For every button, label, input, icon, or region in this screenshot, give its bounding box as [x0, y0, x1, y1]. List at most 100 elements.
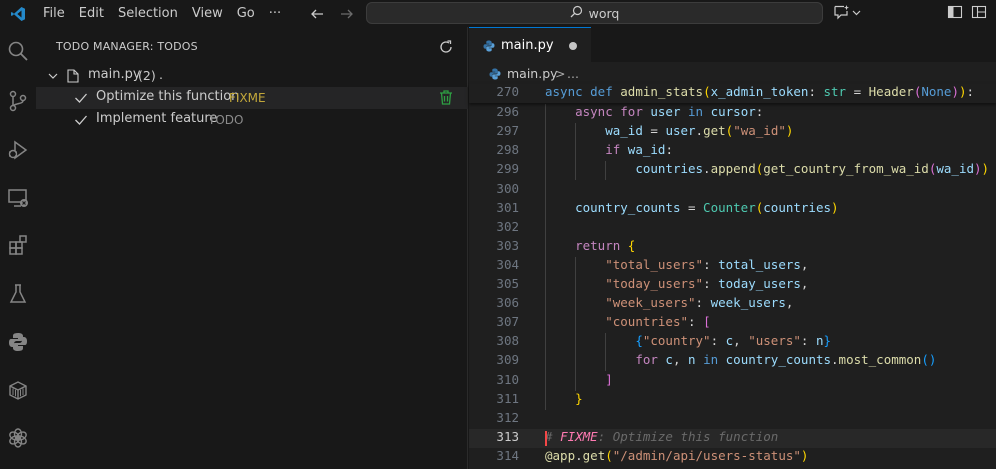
- check-icon: [74, 91, 88, 109]
- line-text: countries.append(get_country_from_wa_id(…: [635, 161, 990, 177]
- activity-bar: [0, 27, 36, 469]
- code-line[interactable]: 307 "countries": [: [469, 314, 996, 333]
- menu-item-view[interactable]: View: [185, 0, 230, 27]
- line-number: 270: [496, 84, 519, 99]
- trash-icon[interactable]: [438, 89, 454, 109]
- todo-count-badge: (2): [138, 68, 156, 83]
- code-line[interactable]: 299 countries.append(get_country_from_wa…: [469, 161, 996, 180]
- line-text: country_counts = Counter(countries): [575, 199, 839, 215]
- line-number: 310: [496, 371, 519, 387]
- file-name: main.py: [88, 67, 141, 82]
- run-debug-icon[interactable]: [0, 132, 36, 168]
- todo-tag-fixme: FIXME: [229, 91, 266, 105]
- tab-bar: main.py: [469, 27, 996, 62]
- line-text: for c, n in country_counts.most_common(): [635, 352, 937, 368]
- line-text: return {: [575, 237, 636, 253]
- docker-container-icon[interactable]: [0, 372, 36, 408]
- search-text: worq: [588, 5, 620, 21]
- breadcrumb-file[interactable]: main.py: [507, 66, 558, 81]
- code-line[interactable]: 296 async for user in cursor:: [469, 104, 996, 123]
- line-number: 299: [496, 161, 519, 177]
- breadcrumb-more[interactable]: ...: [567, 66, 579, 81]
- todo-manager-sidebar: TODO MANAGER: TODOS main.py (2) . Optimi…: [36, 27, 468, 469]
- line-text: "total_users": total_users,: [605, 256, 809, 272]
- line-number: 296: [496, 104, 519, 120]
- unsaved-dot-icon[interactable]: [569, 42, 577, 50]
- code-line[interactable]: 314 @app.get("/admin/api/users-status"): [469, 448, 996, 467]
- todo-item-todo[interactable]: Implement feature TODO: [36, 109, 468, 131]
- extensions-icon[interactable]: [0, 227, 36, 263]
- code-line[interactable]: 301 country_counts = Counter(countries): [469, 200, 996, 219]
- code-line[interactable]: 308 {"country": c, "users": n}: [469, 333, 996, 352]
- layout-controls: [947, 4, 987, 23]
- testing-flask-icon[interactable]: [0, 276, 36, 312]
- code-line[interactable]: 297 wa_id = user.get("wa_id"): [469, 123, 996, 142]
- python-file-icon: [489, 68, 501, 83]
- code-line[interactable]: 298 if wa_id:: [469, 142, 996, 161]
- command-center-search[interactable]: worq: [366, 2, 823, 24]
- menu-item-selection[interactable]: Selection: [111, 0, 185, 27]
- line-text: "week_users": week_users,: [605, 295, 794, 311]
- line-number: 302: [496, 218, 519, 234]
- line-number: 300: [496, 180, 519, 196]
- menu-item-more[interactable]: ···: [262, 0, 288, 27]
- code-line[interactable]: 302: [469, 219, 996, 238]
- line-text: if wa_id:: [605, 142, 673, 158]
- line-text: "today_users": today_users,: [605, 276, 809, 291]
- code-line[interactable]: 306 "week_users": week_users,: [469, 295, 996, 314]
- line-number: 311: [496, 390, 519, 406]
- code-line[interactable]: 300: [469, 181, 996, 200]
- sticky-scroll-line[interactable]: 270 async def admin_stats(x_admin_token: …: [469, 84, 996, 103]
- file-icon: [67, 69, 79, 87]
- python-icon[interactable]: [0, 324, 36, 360]
- code-line[interactable]: 311 }: [469, 391, 996, 410]
- line-number: 312: [496, 409, 519, 425]
- code-line[interactable]: 309 for c, n in country_counts.most_comm…: [469, 352, 996, 371]
- code-line[interactable]: 310 ]: [469, 372, 996, 391]
- customize-layout-icon[interactable]: [971, 4, 987, 24]
- code-line[interactable]: 312: [469, 410, 996, 429]
- menu-item-file[interactable]: File: [36, 0, 72, 27]
- editor-area: main.py main.py > ... 270 async def admin…: [469, 27, 996, 469]
- search-icon[interactable]: [0, 33, 36, 69]
- indent-guide: [545, 104, 546, 410]
- fixme-highlight-marker: [545, 430, 547, 446]
- menu-item-go[interactable]: Go: [230, 0, 262, 27]
- line-number: 308: [496, 333, 519, 349]
- tree-item-file[interactable]: main.py (2) .: [36, 65, 468, 87]
- refresh-icon[interactable]: [438, 39, 454, 55]
- code-line[interactable]: 304 "total_users": total_users,: [469, 257, 996, 276]
- todo-label: Implement feature: [96, 111, 218, 126]
- menu-bar: File Edit Selection View Go ···: [36, 0, 288, 27]
- line-number: 314: [496, 447, 519, 463]
- openai-icon[interactable]: [0, 420, 36, 456]
- indent-guide: [605, 333, 607, 372]
- todo-item-fixme[interactable]: Optimize this function FIXME: [36, 87, 468, 109]
- line-number: 304: [496, 256, 519, 272]
- toggle-sidebar-icon[interactable]: [947, 4, 963, 24]
- line-text: # FIXME: Optimize this function: [545, 428, 779, 444]
- remote-explorer-icon[interactable]: [0, 180, 36, 216]
- chevron-down-icon[interactable]: [47, 70, 59, 86]
- indent-guide: [575, 256, 577, 391]
- back-arrow-icon[interactable]: [309, 6, 325, 22]
- menu-item-edit[interactable]: Edit: [72, 0, 111, 27]
- copilot-chat-button[interactable]: [833, 4, 861, 23]
- code-line[interactable]: 313 # FIXME: Optimize this function: [469, 428, 996, 448]
- line-number: 307: [496, 314, 519, 330]
- tab-main-py[interactable]: main.py: [469, 27, 591, 62]
- breadcrumb-separator: >: [555, 66, 566, 81]
- code-editor[interactable]: 270 async def admin_stats(x_admin_token: …: [469, 84, 996, 469]
- navigation-arrows: [309, 0, 355, 27]
- file-suffix: .: [159, 67, 163, 82]
- indent-guide: [605, 161, 607, 181]
- search-icon: [570, 5, 583, 21]
- title-bar: File Edit Selection View Go ··· worq: [0, 0, 996, 27]
- code-line[interactable]: 305 "today_users": today_users,: [469, 276, 996, 295]
- line-text: }: [575, 390, 583, 406]
- forward-arrow-icon[interactable]: [339, 6, 355, 22]
- line-number: 297: [496, 123, 519, 139]
- line-number: 309: [496, 352, 519, 368]
- source-control-icon[interactable]: [0, 83, 36, 119]
- code-line[interactable]: 303 return {: [469, 238, 996, 257]
